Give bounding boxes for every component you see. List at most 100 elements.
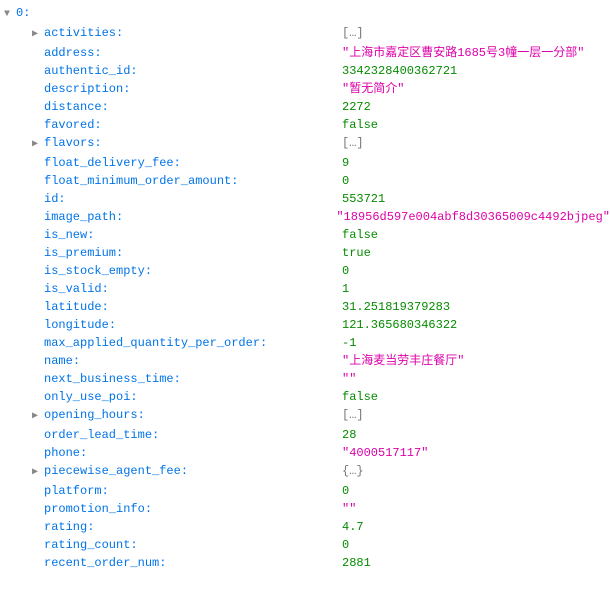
key-cell: ▶piecewise_agent_fee: — [32, 462, 342, 482]
chevron-right-icon[interactable]: ▶ — [32, 26, 44, 44]
prop-value: […] — [342, 134, 364, 152]
key-cell: image_path: — [32, 208, 336, 226]
tree-row[interactable]: float_minimum_order_amount:0 — [0, 172, 610, 190]
chevron-right-icon[interactable]: ▶ — [32, 464, 44, 482]
prop-key: float_minimum_order_amount — [44, 172, 231, 190]
colon: : — [58, 190, 65, 208]
colon: : — [116, 208, 123, 226]
colon: : — [87, 226, 94, 244]
chevron-right-icon[interactable]: ▶ — [32, 136, 44, 154]
colon: : — [145, 262, 152, 280]
tree-row[interactable]: ▶flavors:[…] — [0, 134, 610, 154]
tree-row[interactable]: latitude:31.251819379283 — [0, 298, 610, 316]
tree-row[interactable]: is_stock_empty: 0 — [0, 262, 610, 280]
colon: : — [116, 244, 123, 262]
colon: : — [109, 316, 116, 334]
prop-key: order_lead_time — [44, 426, 152, 444]
tree-row[interactable]: next_business_time:"" — [0, 370, 610, 388]
prop-key: next_business_time — [44, 370, 174, 388]
prop-key: authentic_id — [44, 62, 130, 80]
key-cell: float_minimum_order_amount: — [32, 172, 342, 190]
json-tree: ▼ 0: ▶activities:[…]address:"上海市嘉定区曹安路16… — [0, 0, 610, 576]
tree-row[interactable]: rating_count:0 — [0, 536, 610, 554]
prop-key: distance — [44, 98, 102, 116]
prop-value: "暂无简介" — [342, 80, 404, 98]
colon: : — [94, 116, 101, 134]
prop-key: is_stock_empty — [44, 262, 145, 280]
tree-row[interactable]: ▶activities:[…] — [0, 24, 610, 44]
tree-row[interactable]: ▶opening_hours:[…] — [0, 406, 610, 426]
tree-row[interactable]: promotion_info: "" — [0, 500, 610, 518]
tree-row[interactable]: id:553721 — [0, 190, 610, 208]
tree-row[interactable]: longitude:121.365680346322 — [0, 316, 610, 334]
key-cell: ▶opening_hours: — [32, 406, 342, 426]
chevron-down-icon[interactable]: ▼ — [4, 6, 16, 24]
colon: : — [23, 4, 30, 22]
key-cell: distance: — [32, 98, 342, 116]
props-container: ▶activities:[…]address:"上海市嘉定区曹安路1685号3幢… — [0, 24, 610, 572]
tree-row[interactable]: is_valid:1 — [0, 280, 610, 298]
tree-row[interactable]: favored:false — [0, 116, 610, 134]
tree-row[interactable]: order_lead_time:28 — [0, 426, 610, 444]
root-index: 0 — [16, 4, 23, 22]
prop-value: {…} — [342, 462, 364, 480]
key-cell: id: — [32, 190, 342, 208]
key-cell: favored: — [32, 116, 342, 134]
tree-row[interactable]: recent_order_num:2881 — [0, 554, 610, 572]
chevron-right-icon[interactable]: ▶ — [32, 408, 44, 426]
prop-key: promotion_info — [44, 500, 145, 518]
tree-row[interactable]: distance:2272 — [0, 98, 610, 116]
key-cell: next_business_time: — [32, 370, 342, 388]
colon: : — [102, 482, 109, 500]
prop-key: address — [44, 44, 94, 62]
key-cell: ▶activities: — [32, 24, 342, 44]
prop-value: 1 — [342, 280, 349, 298]
key-cell: recent_order_num: — [32, 554, 342, 572]
key-cell: only_use_poi: — [32, 388, 342, 406]
key-cell: longitude: — [32, 316, 342, 334]
prop-value: "18956d597e004abf8d30365009c4492bjpeg" — [336, 208, 610, 226]
prop-value: 9 — [342, 154, 349, 172]
tree-row[interactable]: authentic_id:3342328400362721 — [0, 62, 610, 80]
tree-root-row[interactable]: ▼ 0: — [0, 4, 610, 24]
tree-row[interactable]: name:"上海麦当劳丰庄餐厅" — [0, 352, 610, 370]
prop-value: 0 — [342, 482, 349, 500]
colon: : — [130, 536, 137, 554]
colon: : — [145, 500, 152, 518]
key-cell: order_lead_time: — [32, 426, 342, 444]
tree-row[interactable]: rating:4.7 — [0, 518, 610, 536]
prop-value: false — [342, 226, 378, 244]
prop-value: 2272 — [342, 98, 371, 116]
tree-row[interactable]: is_new: false — [0, 226, 610, 244]
prop-value: "" — [342, 370, 356, 388]
colon: : — [174, 154, 181, 172]
tree-row[interactable]: ▶piecewise_agent_fee:{…} — [0, 462, 610, 482]
prop-value: 121.365680346322 — [342, 316, 457, 334]
colon: : — [260, 334, 267, 352]
prop-value: false — [342, 116, 378, 134]
prop-key: longitude — [44, 316, 109, 334]
tree-row[interactable]: max_applied_quantity_per_order: -1 — [0, 334, 610, 352]
prop-key: max_applied_quantity_per_order — [44, 334, 260, 352]
tree-row[interactable]: image_path:"18956d597e004abf8d30365009c4… — [0, 208, 610, 226]
colon: : — [123, 80, 130, 98]
prop-value: 0 — [342, 536, 349, 554]
tree-row[interactable]: only_use_poi:false — [0, 388, 610, 406]
tree-row[interactable]: address:"上海市嘉定区曹安路1685号3幢一层一分部" — [0, 44, 610, 62]
prop-value: "" — [342, 500, 356, 518]
key-cell: float_delivery_fee: — [32, 154, 342, 172]
prop-key: flavors — [44, 134, 94, 152]
key-cell: authentic_id: — [32, 62, 342, 80]
prop-value: 0 — [342, 262, 349, 280]
tree-row[interactable]: platform:0 — [0, 482, 610, 500]
prop-value: 2881 — [342, 554, 371, 572]
colon: : — [174, 370, 181, 388]
prop-key: is_new — [44, 226, 87, 244]
tree-row[interactable]: float_delivery_fee:9 — [0, 154, 610, 172]
key-cell: latitude: — [32, 298, 342, 316]
colon: : — [102, 280, 109, 298]
prop-value: -1 — [342, 334, 356, 352]
tree-row[interactable]: phone:"4000517117" — [0, 444, 610, 462]
tree-row[interactable]: description:"暂无简介" — [0, 80, 610, 98]
tree-row[interactable]: is_premium:true — [0, 244, 610, 262]
